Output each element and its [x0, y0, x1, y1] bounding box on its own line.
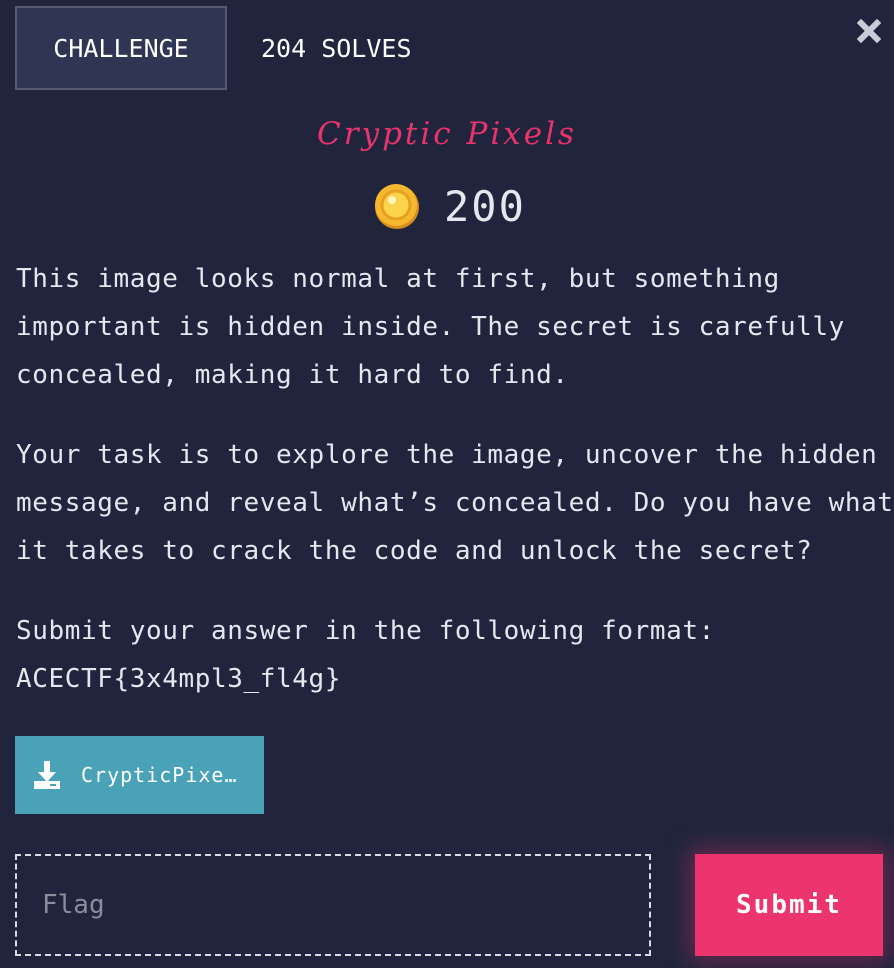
description-line: This image looks normal at first, but so… — [16, 264, 780, 294]
close-icon[interactable] — [856, 18, 882, 44]
tab-challenge[interactable]: CHALLENGE — [15, 6, 227, 90]
close-x-icon — [857, 19, 881, 43]
description-line: Your task is to explore the image, uncov… — [16, 440, 878, 470]
challenge-title: Cryptic Pixels — [317, 116, 577, 152]
description-paragraph-3: Submit your answer in the following form… — [16, 607, 886, 703]
download-file-label: CrypticPixe… — [81, 763, 238, 787]
description-paragraph-1: This image looks normal at first, but so… — [16, 255, 886, 399]
description-paragraph-2: Your task is to explore the image, uncov… — [16, 431, 894, 575]
tab-solves[interactable]: 204 SOLVES — [227, 6, 412, 90]
flag-format-example: ACECTF{3x4mpl3_fl4g} — [16, 664, 342, 694]
download-icon — [34, 761, 60, 789]
description-line: message, and reveal what’s concealed. Do… — [16, 488, 894, 518]
submit-button[interactable]: Submit — [695, 854, 883, 956]
challenge-points: 200 — [372, 178, 526, 234]
download-file-button[interactable]: CrypticPixe… — [15, 736, 264, 814]
description-line: it takes to crack the code and unlock th… — [16, 536, 813, 566]
description-line: important is hidden inside. The secret i… — [16, 312, 845, 342]
description-line: concealed, making it hard to find. — [16, 360, 569, 390]
points-value: 200 — [444, 181, 526, 231]
flag-input[interactable] — [15, 854, 651, 956]
description-line: Submit your answer in the following form… — [16, 616, 715, 646]
challenge-tabs: CHALLENGE 204 SOLVES — [15, 6, 412, 90]
coin-icon — [375, 184, 419, 229]
